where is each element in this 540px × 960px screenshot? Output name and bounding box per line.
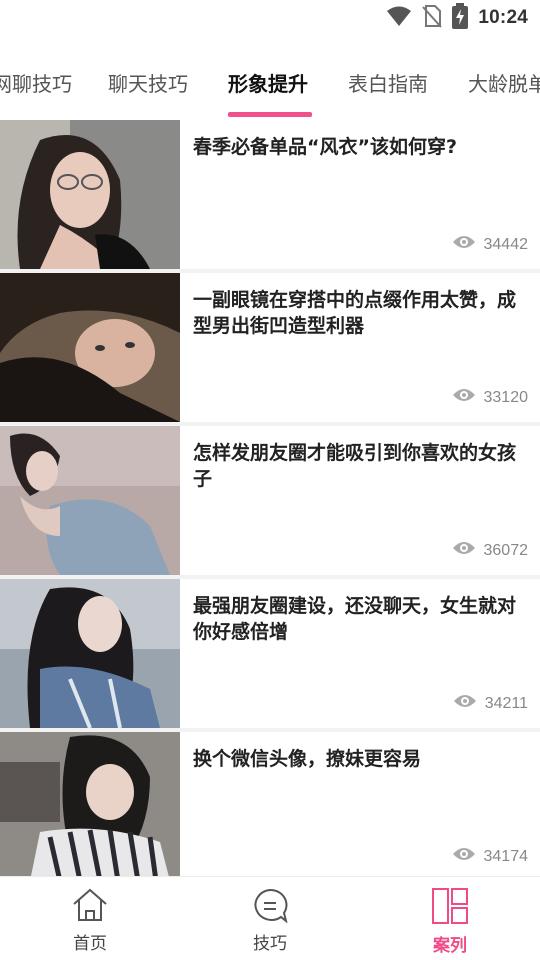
article-title: 最强朋友圈建设，还没聊天，女生就对你好感倍增 — [193, 595, 517, 643]
layout-icon — [431, 887, 469, 929]
view-count: 33120 — [452, 387, 529, 408]
category-tabs: 网聊技巧 聊天技巧 形象提升 表白指南 大龄脱单 — [0, 50, 540, 118]
eye-icon — [452, 234, 476, 255]
eye-icon — [452, 540, 476, 561]
nav-cases[interactable]: 案列 — [360, 877, 540, 960]
chat-icon — [251, 887, 289, 927]
article-title: 一副眼镜在穿搭中的点缀作用太赞，成型男出街凹造型利器 — [193, 289, 517, 337]
home-icon — [71, 887, 109, 927]
view-count-value: 34211 — [484, 694, 528, 712]
tab-chat-tips[interactable]: 聊天技巧 — [108, 68, 188, 97]
tab-online-chat-tips[interactable]: 网聊技巧 — [0, 68, 72, 97]
view-count-value: 36072 — [483, 541, 529, 559]
article-thumbnail — [0, 426, 180, 575]
article-card[interactable]: 一副眼镜在穿搭中的点缀作用太赞，成型男出街凹造型利器 33120 — [0, 273, 540, 426]
bottom-navigation: 首页 技巧 案列 — [0, 876, 540, 960]
nav-cases-label: 案列 — [433, 936, 467, 956]
article-thumbnail — [0, 120, 180, 269]
status-icons: 10:24 — [386, 0, 528, 36]
article-title: 换个微信头像，撩妹更容易 — [193, 748, 422, 770]
tab-older-singles[interactable]: 大龄脱单 — [468, 68, 540, 97]
nav-tips[interactable]: 技巧 — [180, 877, 360, 960]
eye-icon — [453, 693, 477, 714]
article-title: 春季必备单品“风衣”该如何穿? — [193, 136, 457, 158]
view-count-value: 34442 — [483, 235, 529, 253]
article-card[interactable]: 春季必备单品“风衣”该如何穿? 34442 — [0, 120, 540, 273]
nav-home-label: 首页 — [73, 934, 107, 954]
article-title: 怎样发朋友圈才能吸引到你喜欢的女孩子 — [193, 442, 517, 490]
view-count: 36072 — [452, 540, 529, 561]
article-card[interactable]: 怎样发朋友圈才能吸引到你喜欢的女孩子 36072 — [0, 426, 540, 579]
eye-icon — [452, 846, 476, 867]
tab-image-improvement[interactable]: 形象提升 — [228, 68, 308, 97]
nav-home[interactable]: 首页 — [0, 877, 180, 960]
status-bar: 10:24 — [0, 0, 540, 36]
status-time: 10:24 — [478, 7, 528, 28]
nav-tips-label: 技巧 — [253, 934, 287, 954]
wifi-icon — [386, 5, 412, 31]
article-thumbnail — [0, 732, 180, 881]
view-count: 34174 — [452, 846, 529, 867]
view-count-value: 34174 — [483, 847, 529, 865]
article-thumbnail — [0, 273, 180, 422]
battery-charging-icon — [452, 3, 469, 33]
article-card[interactable]: 最强朋友圈建设，还没聊天，女生就对你好感倍增 34211 — [0, 579, 540, 732]
no-sim-icon — [422, 4, 443, 32]
eye-icon — [452, 387, 476, 408]
article-card[interactable]: 换个微信头像，撩妹更容易 34174 — [0, 732, 540, 885]
view-count: 34211 — [453, 693, 528, 714]
article-list: 春季必备单品“风衣”该如何穿? 34442 一副眼镜在穿搭中的点缀作用太赞，成型… — [0, 120, 540, 885]
active-tab-indicator — [228, 112, 312, 117]
view-count: 34442 — [452, 234, 529, 255]
view-count-value: 33120 — [483, 388, 529, 406]
tab-confession-guide[interactable]: 表白指南 — [348, 68, 428, 97]
article-thumbnail — [0, 579, 180, 728]
